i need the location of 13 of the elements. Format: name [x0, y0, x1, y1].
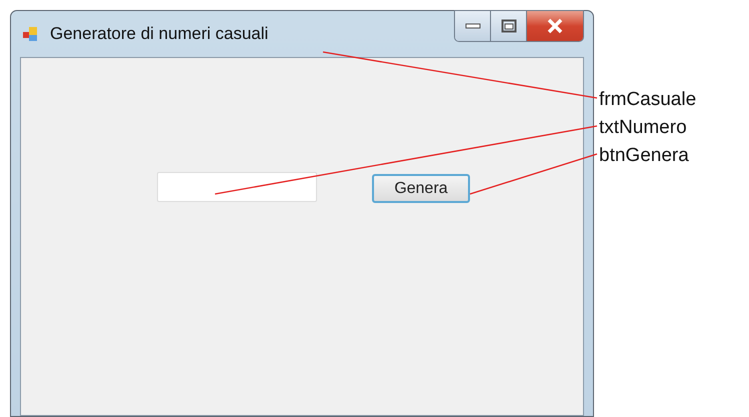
minimize-button[interactable] — [455, 11, 491, 41]
minimize-icon — [464, 23, 480, 29]
callout-label: txtNumero — [599, 116, 688, 140]
maximize-icon — [500, 19, 516, 33]
app-icon — [22, 25, 40, 43]
close-icon — [546, 18, 564, 34]
maximize-button[interactable] — [491, 11, 527, 41]
number-field[interactable] — [157, 172, 317, 202]
callout-label: btnGenera — [599, 144, 690, 168]
callout-label: frmCasuale — [599, 88, 696, 112]
window-title: Generatore di numeri casuali — [50, 23, 268, 46]
close-button[interactable] — [527, 11, 583, 41]
generate-button[interactable]: Genera — [372, 174, 470, 203]
